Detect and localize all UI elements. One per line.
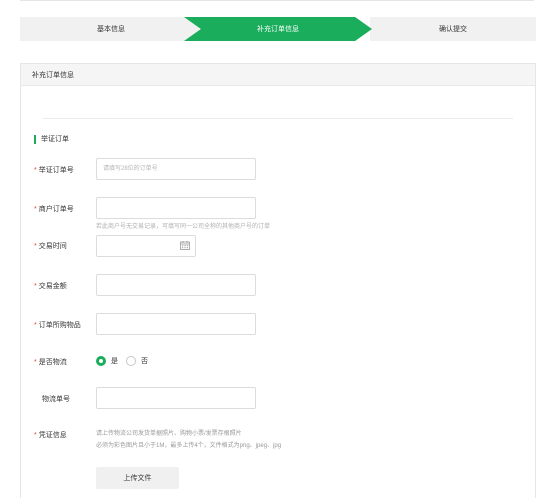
calendar-icon[interactable] [180, 241, 190, 250]
section-divider [43, 118, 513, 119]
radio-unchecked-icon [126, 356, 136, 366]
merchant-order-no-input[interactable] [96, 197, 256, 219]
step-label: 基本信息 [97, 26, 125, 33]
order-no-label: * 举证订单号 [34, 167, 74, 174]
logistics-no-radio[interactable]: 否 [126, 356, 148, 366]
tracking-no-label: 物流单号 [42, 396, 70, 403]
trade-amount-input[interactable] [96, 274, 256, 296]
section-title: 举证订单 [41, 136, 69, 143]
order-goods-label: * 订单所购物品 [34, 322, 81, 329]
proof-info-line-2: 必须为彩色图片且小于1M，最多上传4个，文件格式为png、jpeg、jpg [96, 443, 282, 449]
radio-label: 是 [111, 358, 118, 365]
panel-title: 补充订单信息 [32, 71, 74, 79]
upload-file-button[interactable]: 上传文件 [96, 467, 179, 489]
merchant-order-no-label: * 商户订单号 [34, 206, 74, 213]
section-marker [34, 134, 36, 144]
proof-label: * 凭证信息 [34, 432, 67, 439]
order-info-panel: 补充订单信息 举证订单 *举证订单号 *商户订单号 若此商户号无交易记录，可填写… [20, 63, 536, 498]
step-basic-info: 基本信息 [20, 17, 202, 41]
order-goods-input[interactable] [96, 313, 256, 335]
required-mark: * [34, 283, 37, 290]
step-label: 补充订单信息 [257, 26, 299, 33]
proof-info-line-1: 请上传物流公司发货单据照片、购物小票/发票存根照片 [96, 431, 242, 437]
required-mark: * [34, 243, 37, 250]
step-progress: 基本信息 确认提交 补充订单信息 [20, 17, 536, 41]
required-mark: * [34, 167, 37, 174]
panel-header: 补充订单信息 [21, 64, 535, 86]
logistics-label: * 是否物流 [34, 359, 67, 366]
radio-checked-icon [96, 356, 106, 366]
section-heading: 举证订单 [34, 134, 69, 144]
order-no-input[interactable] [96, 158, 256, 180]
trade-time-label: * 交易时间 [34, 243, 67, 250]
tracking-no-input[interactable] [96, 387, 256, 409]
required-mark: * [34, 206, 37, 213]
trade-amount-label: * 交易金额 [34, 283, 67, 290]
step-supplement-order-info: 补充订单信息 [184, 17, 372, 41]
radio-label: 否 [141, 358, 148, 365]
top-divider [20, 0, 534, 1]
step-confirm-submit: 确认提交 [370, 17, 536, 41]
logistics-yes-radio[interactable]: 是 [96, 356, 118, 366]
required-mark: * [34, 359, 37, 366]
required-mark: * [34, 432, 37, 439]
merchant-order-no-hint: 若此商户号无交易记录，可填写同一公司全称的其他商户号的订单 [96, 224, 271, 230]
required-mark: * [34, 322, 37, 329]
step-label: 确认提交 [439, 26, 467, 33]
